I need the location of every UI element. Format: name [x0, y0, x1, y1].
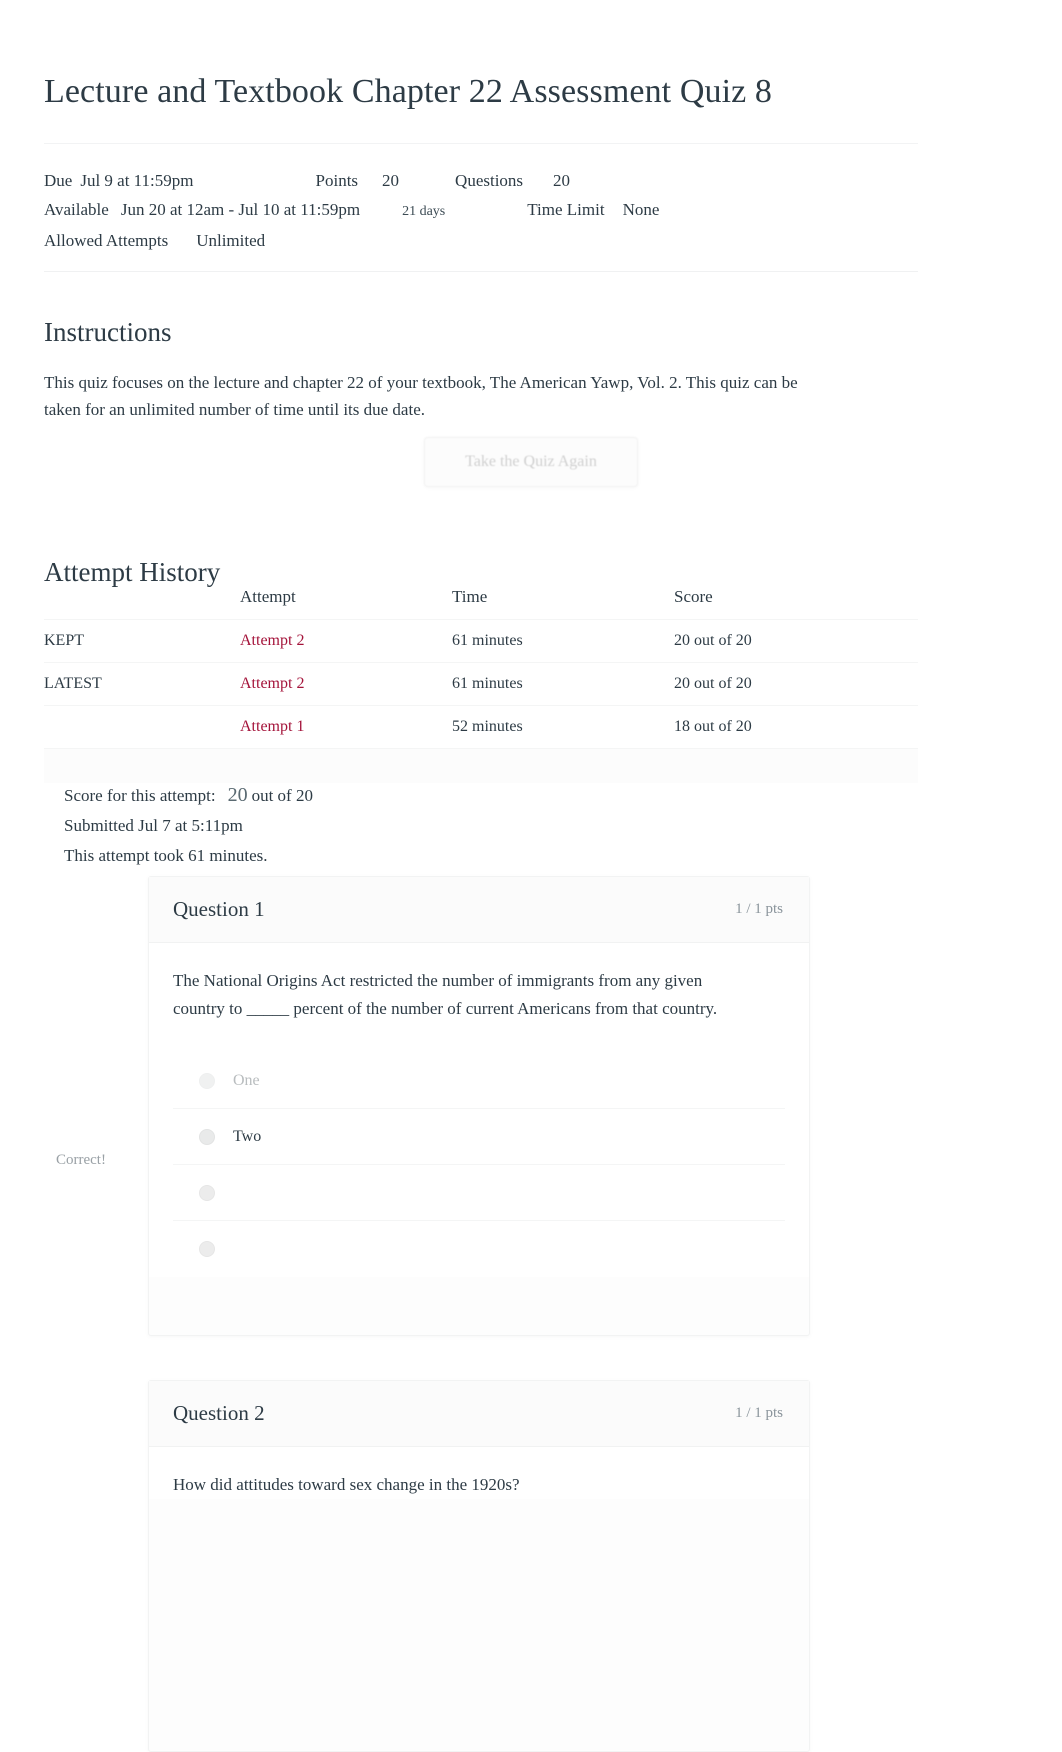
available-label: Available [44, 200, 109, 219]
attempt-history-table: Attempt Time Score KEPT Attempt 2 61 min… [44, 583, 918, 783]
question-text: The National Origins Act restricted the … [173, 971, 718, 1018]
quiz-results-page: Lecture and Textbook Chapter 22 Assessme… [0, 0, 1062, 1752]
available-days: 21 days [402, 204, 446, 219]
question-card-1: Question 1 1 / 1 pts The National Origin… [148, 876, 810, 1336]
quiz-meta-row-due: Due Jul 9 at 11:59pm Points 20 Questions… [44, 166, 918, 195]
question-points: 1 / 1 pts [735, 901, 783, 917]
available-value: Jun 20 at 12am - Jul 10 at 11:59pm [120, 200, 361, 219]
answer-label: One [233, 1071, 260, 1089]
radio-icon[interactable] [199, 1128, 215, 1145]
attempt-link[interactable]: Attempt 2 [240, 632, 304, 649]
allowed-attempts-label: Allowed Attempts [44, 231, 169, 250]
row-attempt: Attempt 2 [240, 619, 452, 663]
attempt-history-body: KEPT Attempt 2 61 minutes 20 out of 20 L… [44, 619, 918, 783]
score-value: 20 [227, 784, 248, 806]
row-time: 61 minutes [452, 619, 674, 663]
row-status: LATEST [44, 662, 240, 706]
col-header-attempt: Attempt [240, 587, 296, 606]
row-time: 61 minutes [452, 662, 674, 706]
answer-list: One Two [173, 1053, 785, 1277]
question-card-2: Question 2 1 / 1 pts How did attitudes t… [148, 1380, 810, 1752]
due-value: Jul 9 at 11:59pm [80, 171, 194, 190]
answer-option[interactable] [173, 1165, 785, 1221]
radio-icon[interactable] [199, 1072, 215, 1089]
col-header-status [44, 583, 240, 620]
quiz-meta-row-available: Available Jun 20 at 12am - Jul 10 at 11:… [44, 195, 918, 226]
question-text: How did attitudes toward sex change in t… [173, 1475, 520, 1494]
time-limit-label: Time Limit [527, 200, 605, 219]
quiz-meta-row-attempts: Allowed Attempts Unlimited [44, 226, 918, 255]
score-label: Score for this attempt: [64, 786, 216, 805]
attempt-link[interactable]: Attempt 2 [240, 675, 304, 692]
table-header-row: Attempt Time Score [44, 583, 918, 620]
row-attempt: Attempt 1 [240, 705, 452, 749]
retake-button-container: Take the Quiz Again [0, 437, 1062, 487]
table-row: LATEST Attempt 2 61 minutes 20 out of 20 [44, 662, 918, 706]
row-score: 20 out of 20 [674, 662, 918, 706]
row-score: 20 out of 20 [674, 619, 918, 663]
score-line: Score for this attempt: 20 out of 20 [64, 780, 313, 811]
question-name: Question 1 [173, 897, 265, 921]
question-body: The National Origins Act restricted the … [149, 943, 809, 1277]
score-summary: Score for this attempt: 20 out of 20 Submi… [64, 780, 313, 871]
answer-option[interactable]: One [173, 1053, 785, 1109]
attempt-history-header: Attempt Time Score [44, 583, 918, 620]
points-value: 20 [382, 171, 400, 190]
page-title: Lecture and Textbook Chapter 22 Assessme… [44, 72, 773, 110]
row-attempt: Attempt 2 [240, 662, 452, 706]
radio-icon[interactable] [199, 1241, 215, 1257]
radio-icon[interactable] [199, 1184, 215, 1201]
correct-indicator: Correct! [56, 1152, 106, 1168]
question-points: 1 / 1 pts [735, 1405, 783, 1421]
question-name: Question 2 [173, 1401, 265, 1425]
allowed-attempts-value: Unlimited [196, 231, 266, 250]
take-quiz-again-button[interactable]: Take the Quiz Again [424, 437, 638, 487]
duration-line: This attempt took 61 minutes. [64, 846, 268, 865]
row-status: KEPT [44, 619, 240, 663]
question-header: Question 2 1 / 1 pts [149, 1381, 809, 1447]
col-header-score: Score [674, 587, 713, 606]
question-body: How did attitudes toward sex change in t… [149, 1447, 809, 1499]
quiz-meta-block: Due Jul 9 at 11:59pm Points 20 Questions… [44, 143, 918, 272]
instructions-heading: Instructions [44, 317, 172, 348]
submitted-line: Submitted Jul 7 at 5:11pm [64, 816, 243, 835]
questions-label: Questions [455, 171, 524, 190]
answer-option[interactable]: Two [173, 1109, 785, 1165]
points-label: Points [315, 171, 359, 190]
answer-option[interactable] [173, 1221, 785, 1277]
answer-label: Two [233, 1127, 262, 1145]
due-label: Due [44, 171, 73, 190]
row-status [44, 705, 240, 749]
table-row: Attempt 1 52 minutes 18 out of 20 [44, 705, 918, 749]
time-limit-value: None [622, 200, 660, 219]
attempt-link[interactable]: Attempt 1 [240, 718, 304, 735]
table-row: KEPT Attempt 2 61 minutes 20 out of 20 [44, 619, 918, 663]
row-time: 52 minutes [452, 705, 674, 749]
col-header-time: Time [452, 587, 488, 606]
score-suffix: out of 20 [251, 786, 313, 805]
table-row-spacer [44, 748, 918, 783]
questions-value: 20 [553, 171, 571, 190]
question-header: Question 1 1 / 1 pts [149, 877, 809, 943]
instructions-body: This quiz focuses on the lecture and cha… [44, 373, 798, 419]
row-score: 18 out of 20 [674, 705, 918, 749]
